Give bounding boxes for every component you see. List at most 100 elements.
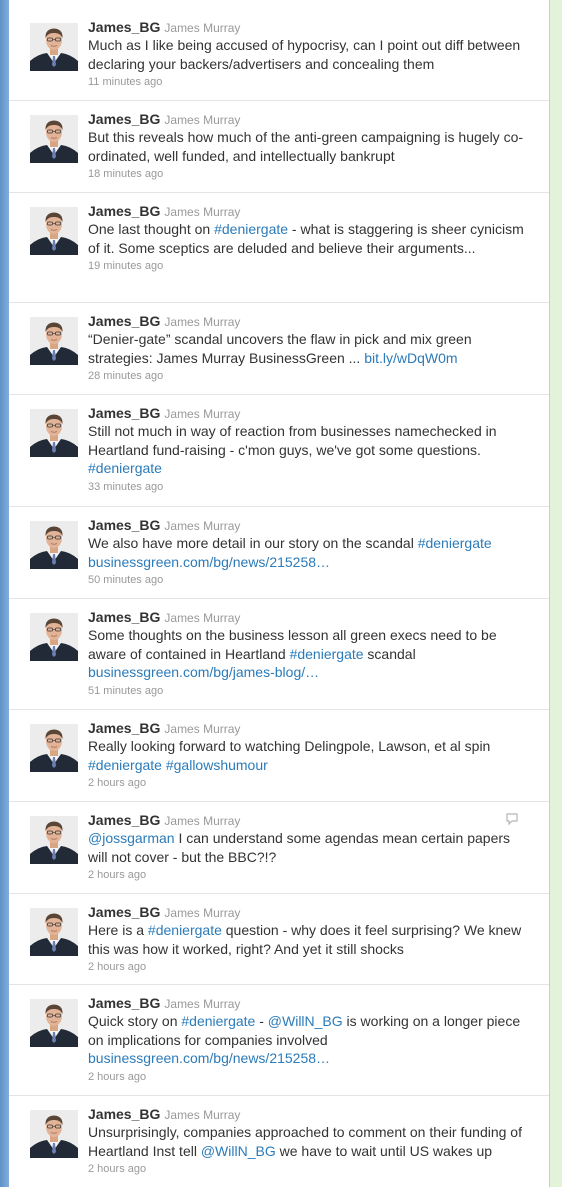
timestamp[interactable]: 2 hours ago xyxy=(88,775,528,791)
tweet-text-segment: Really looking forward to watching Delin… xyxy=(88,738,491,754)
tweet-item: James_BG James Murray Still not much in w… xyxy=(9,395,549,507)
screen-name[interactable]: James_BG xyxy=(88,995,160,1011)
tweet-item: James_BG James Murray Much as I like bein… xyxy=(9,0,549,101)
tweet-link[interactable]: #deniergate xyxy=(418,535,492,551)
tweet-item: James_BG James Murray Really looking forw… xyxy=(9,710,549,802)
real-name: James Murray xyxy=(164,407,241,421)
tweet-text-segment: But this reveals how much of the anti-gr… xyxy=(88,129,524,164)
timestamp[interactable]: 2 hours ago xyxy=(88,1069,528,1085)
screen-name[interactable]: James_BG xyxy=(88,111,160,127)
tweet-text: Much as I like being accused of hypocris… xyxy=(88,36,528,73)
page-background-left xyxy=(0,0,9,1187)
tweet-text: Unsurprisingly, companies approached to … xyxy=(88,1123,528,1160)
tweet-link[interactable]: businessgreen.com/bg/james-blog/… xyxy=(88,664,319,680)
avatar[interactable] xyxy=(30,207,78,255)
tweet-item: James_BG James Murray But this reveals ho… xyxy=(9,101,549,193)
tweet-item: James_BG James Murray Quick story on #den… xyxy=(9,985,549,1096)
tweet-text: Some thoughts on the business lesson all… xyxy=(88,626,528,682)
tweet-link[interactable]: #deniergate xyxy=(88,460,162,476)
page-background-right xyxy=(549,0,562,1187)
screen-name[interactable]: James_BG xyxy=(88,19,160,35)
tweet-text-segment: - xyxy=(255,1013,268,1029)
real-name: James Murray xyxy=(164,1108,241,1122)
tweet-text: One last thought on #deniergate - what i… xyxy=(88,220,528,257)
tweet-item: James_BG James Murray Here is a #denierga… xyxy=(9,894,549,985)
screen-name[interactable]: James_BG xyxy=(88,609,160,625)
timestamp[interactable]: 2 hours ago xyxy=(88,1161,528,1177)
tweet-item: James_BG James Murray We also have more d… xyxy=(9,507,549,599)
tweet-link[interactable]: @WillN_BG xyxy=(268,1013,343,1029)
tweet-text-segment: One last thought on xyxy=(88,221,215,237)
tweet-text: “Denier-gate” scandal uncovers the flaw … xyxy=(88,330,528,367)
timestamp[interactable]: 33 minutes ago xyxy=(88,479,528,495)
real-name: James Murray xyxy=(164,205,241,219)
timestamp[interactable]: 51 minutes ago xyxy=(88,683,528,699)
tweet-link[interactable]: #deniergate xyxy=(214,221,288,237)
tweet-link[interactable]: bit.ly/wDqW0m xyxy=(364,350,457,366)
tweet-text-segment: Still not much in way of reaction from b… xyxy=(88,423,497,458)
tweet-text-segment: Here is a xyxy=(88,922,148,938)
screen-name[interactable]: James_BG xyxy=(88,812,160,828)
tweet-link[interactable]: #deniergate xyxy=(181,1013,255,1029)
tweet-item: James_BG James Murray @jossgarman I can u… xyxy=(9,802,549,894)
tweet-link[interactable]: #deniergate xyxy=(88,757,162,773)
timestamp[interactable]: 2 hours ago xyxy=(88,867,528,883)
tweet-text: @jossgarman I can understand some agenda… xyxy=(88,829,528,866)
timestamp[interactable]: 50 minutes ago xyxy=(88,572,528,588)
reply-icon[interactable] xyxy=(505,812,519,826)
avatar[interactable] xyxy=(30,115,78,163)
avatar[interactable] xyxy=(30,724,78,772)
tweet-item: James_BG James Murray “Denier-gate” scand… xyxy=(9,303,549,395)
tweet-link[interactable]: businessgreen.com/bg/news/215258… xyxy=(88,554,330,570)
real-name: James Murray xyxy=(164,906,241,920)
real-name: James Murray xyxy=(164,519,241,533)
screen-name[interactable]: James_BG xyxy=(88,1106,160,1122)
tweet-text: We also have more detail in our story on… xyxy=(88,534,528,571)
avatar[interactable] xyxy=(30,908,78,956)
tweet-text: Really looking forward to watching Delin… xyxy=(88,737,528,774)
screen-name[interactable]: James_BG xyxy=(88,313,160,329)
tweet-link[interactable]: @jossgarman xyxy=(88,830,175,846)
screen-name[interactable]: James_BG xyxy=(88,203,160,219)
timestamp[interactable]: 11 minutes ago xyxy=(88,74,528,90)
avatar[interactable] xyxy=(30,1110,78,1158)
tweet-text-segment: Quick story on xyxy=(88,1013,182,1029)
screen-name[interactable]: James_BG xyxy=(88,904,160,920)
tweet-text-segment: we have to wait until US wakes up xyxy=(275,1142,493,1159)
avatar[interactable] xyxy=(30,23,78,71)
real-name: James Murray xyxy=(164,814,241,828)
tweet-link[interactable]: #deniergate xyxy=(148,922,222,938)
real-name: James Murray xyxy=(164,113,241,127)
timestamp[interactable]: 18 minutes ago xyxy=(88,166,528,182)
tweet-text: Here is a #deniergate question - why doe… xyxy=(88,921,528,958)
avatar[interactable] xyxy=(30,816,78,864)
avatar[interactable] xyxy=(30,613,78,661)
avatar[interactable] xyxy=(30,999,78,1047)
tweet-link[interactable]: @WillN_BG xyxy=(201,1143,276,1159)
tweet-text: Still not much in way of reaction from b… xyxy=(88,422,528,478)
real-name: James Murray xyxy=(164,21,241,35)
screen-name[interactable]: James_BG xyxy=(88,720,160,736)
timestamp[interactable]: 2 hours ago xyxy=(88,959,528,975)
tweet-link[interactable]: #deniergate xyxy=(290,646,364,662)
tweet-link[interactable]: #gallowshumour xyxy=(166,757,268,773)
tweet-item: James_BG James Murray One last thought on… xyxy=(9,193,549,303)
tweet-timeline: James_BG James Murray Much as I like bein… xyxy=(9,0,549,1187)
tweet-item: James_BG James Murray Some thoughts on th… xyxy=(9,599,549,710)
avatar[interactable] xyxy=(30,317,78,365)
timestamp[interactable]: 19 minutes ago xyxy=(88,258,528,274)
tweet-text-segment: We also have more detail in our story on… xyxy=(88,535,418,551)
screen-name[interactable]: James_BG xyxy=(88,405,160,421)
tweet-text: But this reveals how much of the anti-gr… xyxy=(88,128,528,165)
tweet-text-segment: scandal xyxy=(363,645,416,662)
tweet-text: Quick story on #deniergate - @WillN_BG i… xyxy=(88,1012,528,1068)
real-name: James Murray xyxy=(164,997,241,1011)
tweet-item: James_BG James Murray Unsurprisingly, com… xyxy=(9,1096,549,1187)
avatar[interactable] xyxy=(30,409,78,457)
timestamp[interactable]: 28 minutes ago xyxy=(88,368,528,384)
real-name: James Murray xyxy=(164,315,241,329)
avatar[interactable] xyxy=(30,521,78,569)
tweet-text-segment: Much as I like being accused of hypocris… xyxy=(88,37,521,72)
screen-name[interactable]: James_BG xyxy=(88,517,160,533)
tweet-link[interactable]: businessgreen.com/bg/news/215258… xyxy=(88,1050,330,1066)
